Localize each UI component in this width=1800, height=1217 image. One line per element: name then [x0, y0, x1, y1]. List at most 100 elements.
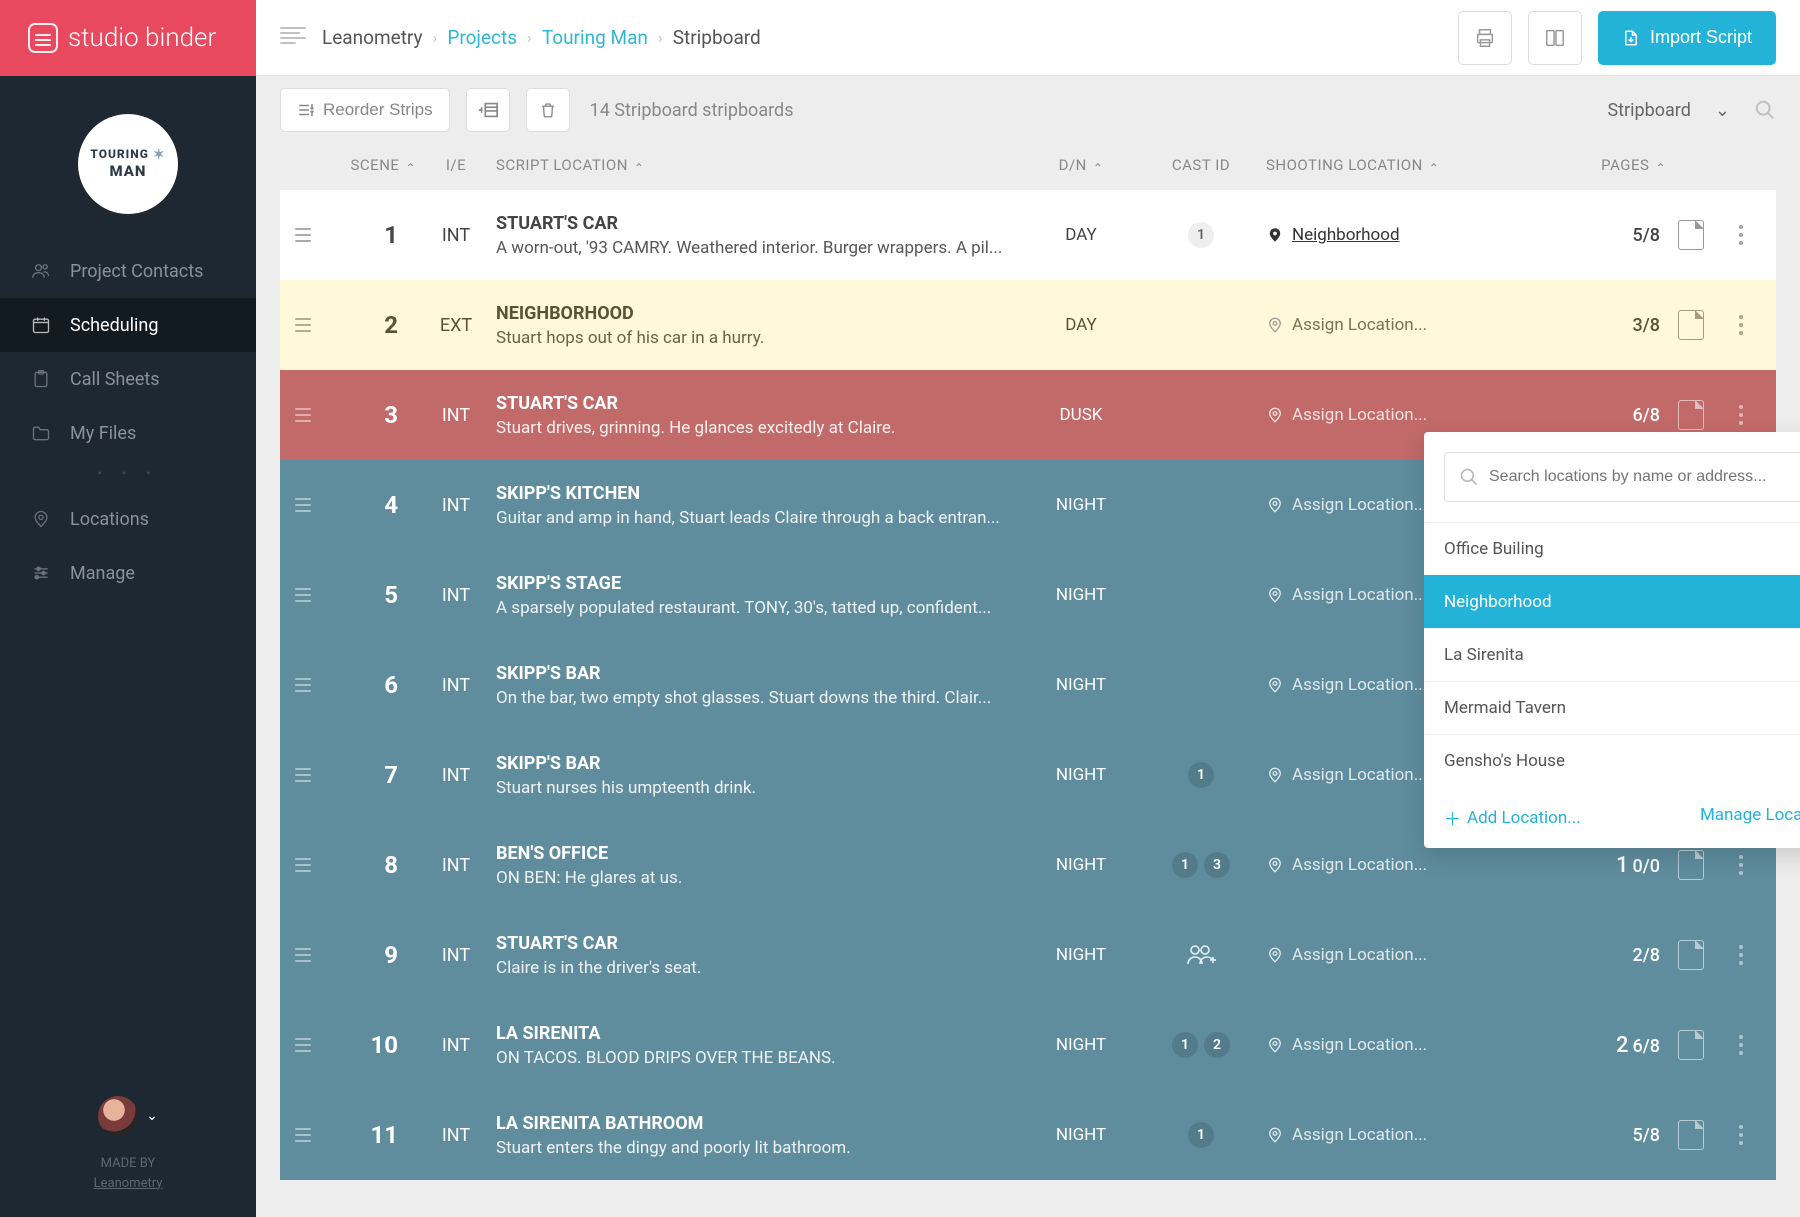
dn-cell: NIGHT	[1026, 675, 1136, 695]
note-icon[interactable]	[1678, 850, 1704, 880]
plus-icon: ＋	[1444, 805, 1461, 830]
row-menu-button[interactable]	[1739, 855, 1743, 875]
location-option[interactable]: Neighborhood	[1424, 575, 1800, 628]
script-location-cell: SKIPP'S STAGEA sparsely populated restau…	[496, 573, 1026, 618]
reorder-strips-button[interactable]: Reorder Strips	[280, 88, 450, 132]
compare-button[interactable]	[1528, 11, 1582, 65]
assign-location-button[interactable]: Assign Location...	[1266, 1124, 1516, 1146]
drag-handle-icon[interactable]	[280, 768, 326, 782]
manage-locations-link[interactable]: Manage Locations	[1700, 805, 1800, 830]
row-menu-button[interactable]	[1739, 1035, 1743, 1055]
note-icon[interactable]	[1678, 1030, 1704, 1060]
note-icon[interactable]	[1678, 940, 1704, 970]
project-avatar[interactable]: TOURING ✶ MAN	[78, 114, 178, 214]
table-row[interactable]: 10INTLA SIRENITAON TACOS. BLOOD DRIPS OV…	[280, 1000, 1776, 1090]
stripboard-summary: 14 Stripboard stripboards	[590, 100, 794, 121]
assign-location-button[interactable]: Assign Location...	[1266, 314, 1516, 336]
sidebar-item-scheduling[interactable]: Scheduling	[0, 298, 256, 352]
scene-number: 4	[326, 491, 416, 519]
cast-badge: 1	[1188, 222, 1214, 248]
pin-icon	[1266, 584, 1284, 606]
column-pages[interactable]: PAGES	[1516, 156, 1666, 174]
delete-strip-button[interactable]	[526, 88, 570, 132]
scene-number: 5	[326, 581, 416, 609]
sidebar-toggle-icon[interactable]	[280, 27, 306, 49]
add-location-link[interactable]: ＋ Add Location...	[1444, 805, 1581, 830]
sidebar-item-call-sheets[interactable]: Call Sheets	[0, 352, 256, 406]
scene-number: 9	[326, 941, 416, 969]
note-icon[interactable]	[1678, 220, 1704, 250]
pin-icon	[1266, 1124, 1284, 1146]
import-script-button[interactable]: Import Script	[1598, 11, 1776, 65]
note-icon[interactable]	[1678, 310, 1704, 340]
assign-location-button[interactable]: Assign Location...	[1266, 944, 1516, 966]
sidebar-item-my-files[interactable]: My Files	[0, 406, 256, 460]
assign-location-button[interactable]: Assign Location...	[1266, 404, 1516, 426]
ie-cell: INT	[416, 225, 496, 246]
drag-handle-icon[interactable]	[280, 1128, 326, 1142]
table-row[interactable]: 2EXTNEIGHBORHOODStuart hops out of his c…	[280, 280, 1776, 370]
drag-handle-icon[interactable]	[280, 588, 326, 602]
add-strip-button[interactable]	[466, 88, 510, 132]
script-location-cell: STUART'S CARStuart drives, grinning. He …	[496, 393, 1026, 438]
table-row[interactable]: 9INTSTUART'S CARClaire is in the driver'…	[280, 910, 1776, 1000]
drag-handle-icon[interactable]	[280, 318, 326, 332]
ie-cell: INT	[416, 1125, 496, 1146]
column-scene[interactable]: SCENE	[326, 156, 416, 174]
row-menu-button[interactable]	[1739, 315, 1743, 335]
column-dn[interactable]: D/N	[1026, 156, 1136, 174]
location-search-input-wrap[interactable]	[1444, 452, 1800, 502]
cast-cell: 13	[1136, 852, 1266, 878]
column-ie[interactable]: I/E	[416, 156, 496, 174]
location-option[interactable]: Office Builing	[1424, 522, 1800, 575]
column-script-location[interactable]: SCRIPT LOCATION	[496, 156, 1026, 174]
table-row[interactable]: 11INTLA SIRENITA BATHROOMStuart enters t…	[280, 1090, 1776, 1180]
location-option[interactable]: La Sirenita	[1424, 628, 1800, 681]
scene-number: 3	[326, 401, 416, 429]
search-icon[interactable]	[1754, 99, 1776, 121]
made-by-link[interactable]: Leanometry	[94, 1176, 163, 1191]
note-icon[interactable]	[1678, 1120, 1704, 1150]
assign-location-button[interactable]: Assign Location...	[1266, 854, 1516, 876]
chevron-right-icon: ›	[658, 28, 663, 47]
sidebar-item-project-contacts[interactable]: Project Contacts	[0, 244, 256, 298]
location-option[interactable]: Mermaid Tavern	[1424, 681, 1800, 734]
script-location-cell: SKIPP'S BARStuart nurses his umpteenth d…	[496, 753, 1026, 798]
sidebar-item-locations[interactable]: Locations	[0, 492, 256, 546]
drag-handle-icon[interactable]	[280, 678, 326, 692]
location-option[interactable]: Gensho's House	[1424, 734, 1800, 787]
drag-handle-icon[interactable]	[280, 1038, 326, 1052]
user-menu[interactable]: ⌄	[98, 1096, 158, 1136]
drag-handle-icon[interactable]	[280, 408, 326, 422]
column-shooting-location[interactable]: SHOOTING LOCATION	[1266, 156, 1516, 174]
row-menu-button[interactable]	[1739, 945, 1743, 965]
chevron-right-icon: ›	[433, 28, 438, 47]
note-icon[interactable]	[1678, 400, 1704, 430]
row-menu-button[interactable]	[1739, 1125, 1743, 1145]
breadcrumb-projects[interactable]: Projects	[447, 26, 517, 49]
column-cast-id[interactable]: CAST ID	[1136, 156, 1266, 174]
print-button[interactable]	[1458, 11, 1512, 65]
drag-handle-icon[interactable]	[280, 858, 326, 872]
scene-number: 11	[326, 1121, 416, 1149]
sidebar-nav-secondary: LocationsManage	[0, 492, 256, 600]
scene-number: 10	[326, 1031, 416, 1059]
row-menu-button[interactable]	[1739, 405, 1743, 425]
contacts-icon	[30, 260, 52, 282]
view-selector[interactable]: Stripboard ⌄	[1607, 100, 1738, 121]
sidebar-item-manage[interactable]: Manage	[0, 546, 256, 600]
table-row[interactable]: 1INTSTUART'S CARA worn-out, '93 CAMRY. W…	[280, 190, 1776, 280]
drag-handle-icon[interactable]	[280, 948, 326, 962]
pages-cell: 2/8	[1516, 945, 1666, 966]
drag-handle-icon[interactable]	[280, 228, 326, 242]
row-menu-button[interactable]	[1739, 225, 1743, 245]
assign-location-button[interactable]: Assign Location...	[1266, 1034, 1516, 1056]
breadcrumb-project[interactable]: Touring Man	[542, 26, 648, 49]
drag-handle-icon[interactable]	[280, 498, 326, 512]
group-icon	[1186, 943, 1216, 967]
brand-bar[interactable]: studio binder	[0, 0, 256, 76]
location-search-input[interactable]	[1489, 468, 1800, 486]
breadcrumb-org[interactable]: Leanometry	[322, 26, 423, 49]
shooting-location-cell[interactable]: Neighborhood	[1266, 224, 1516, 246]
sidebar: studio binder TOURING ✶ MAN Project Cont…	[0, 0, 256, 1217]
